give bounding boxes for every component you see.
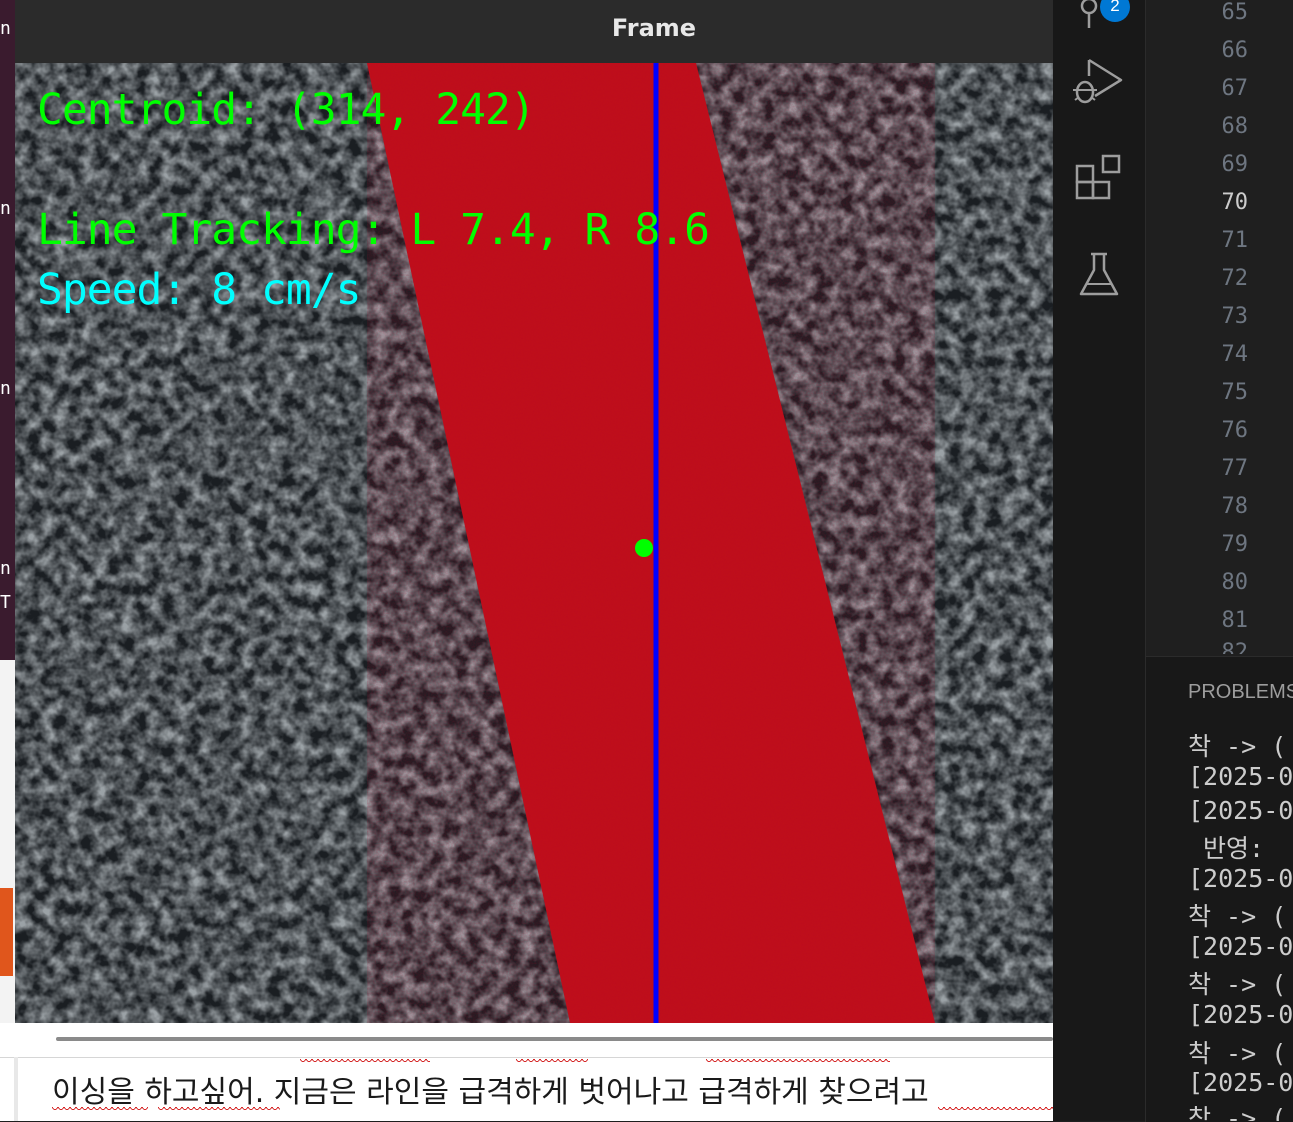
centroid-readout: Centroid: (314, 242) xyxy=(37,85,536,135)
document-window: 이싱을 하고싶어. 지금은 라인을 급격하게 벗어나고 급격하게 찾으려고 xyxy=(0,1023,1053,1121)
camera-frame: Centroid: (314, 242) Line Tracking: L 7.… xyxy=(15,63,1053,1023)
divider xyxy=(0,1057,1053,1058)
line-number: 76 xyxy=(1221,418,1249,443)
spellcheck-underline xyxy=(300,1059,430,1064)
terminal-line: 착 -> ( xyxy=(1188,902,1287,931)
terminal-char: n xyxy=(0,378,11,399)
spellcheck-underline xyxy=(52,1107,148,1112)
line-tracking-readout: Line Tracking: L 7.4, R 8.6 xyxy=(37,205,710,255)
line-number: 79 xyxy=(1221,532,1249,557)
terminal-char: n xyxy=(0,558,11,579)
opencv-frame-window[interactable]: Frame Centroid: (314, 242) Line Tracking… xyxy=(15,0,1053,1023)
horizontal-scrollbar[interactable] xyxy=(56,1037,1053,1041)
speed-readout: Speed: 8 cm/s xyxy=(37,265,362,315)
terminal-line: 착 -> ( xyxy=(1188,732,1287,761)
line-number: 80 xyxy=(1221,570,1249,595)
line-number: 67 xyxy=(1221,76,1249,101)
line-number: 74 xyxy=(1221,342,1249,367)
editor-line-gutter: 65 66 67 68 69 70 71 72 73 74 75 76 77 7… xyxy=(1145,0,1293,656)
document-text[interactable]: 이싱을 하고싶어. 지금은 라인을 급격하게 벗어나고 급격하게 찾으려고 xyxy=(52,1067,929,1111)
testing-flask-icon[interactable] xyxy=(1071,248,1127,304)
extensions-icon[interactable] xyxy=(1071,152,1127,208)
terminal-line: [2025-0 xyxy=(1188,932,1293,961)
terminal-line: 착 -> ( xyxy=(1188,1039,1287,1068)
terminal-line: [2025-0 xyxy=(1188,1000,1293,1029)
line-number-active: 70 xyxy=(1221,190,1249,215)
line-number: 68 xyxy=(1221,114,1249,139)
tab-problems[interactable]: PROBLEMS xyxy=(1188,681,1293,704)
centroid-dot xyxy=(635,539,653,557)
terminal-line: [2025-0 xyxy=(1188,864,1293,893)
line-number: 66 xyxy=(1221,38,1249,63)
line-number: 69 xyxy=(1221,152,1249,177)
line-number: 82 xyxy=(1221,640,1249,654)
line-number: 73 xyxy=(1221,304,1249,329)
spellcheck-underline xyxy=(706,1059,890,1064)
terminal-char: n xyxy=(0,18,11,39)
terminal-line: 반영: xyxy=(1188,834,1265,863)
terminal-line: [2025-0 xyxy=(1188,796,1293,825)
bottom-panel: PROBLEMS 착 -> ( [2025-0 [2025-0 반영: [202… xyxy=(1145,656,1293,1122)
spellcheck-underline xyxy=(516,1059,588,1064)
terminal-char: n xyxy=(0,198,11,219)
activity-bar xyxy=(1053,0,1145,1121)
line-number: 65 xyxy=(1221,0,1249,25)
line-number: 78 xyxy=(1221,494,1249,519)
run-debug-icon[interactable] xyxy=(1071,52,1127,108)
line-number: 77 xyxy=(1221,456,1249,481)
terminal-line: [2025-0 xyxy=(1188,762,1293,791)
background-accent-bar xyxy=(0,888,13,976)
line-number: 72 xyxy=(1221,266,1249,291)
frame-titlebar[interactable]: Frame xyxy=(15,0,1053,64)
background-terminal-strip: n n n n T xyxy=(0,0,15,660)
spellcheck-underline xyxy=(938,1107,1053,1112)
line-number: 75 xyxy=(1221,380,1249,405)
terminal-line: [2025-0 xyxy=(1188,1068,1293,1097)
line-number: 81 xyxy=(1221,608,1249,633)
line-number: 71 xyxy=(1221,228,1249,253)
terminal-line: 착 -> ( xyxy=(1188,1104,1287,1121)
document-margin-bar xyxy=(14,1057,18,1121)
terminal-char: T xyxy=(0,592,11,613)
spellcheck-underline xyxy=(158,1107,280,1112)
terminal-line: 착 -> ( xyxy=(1188,970,1287,999)
